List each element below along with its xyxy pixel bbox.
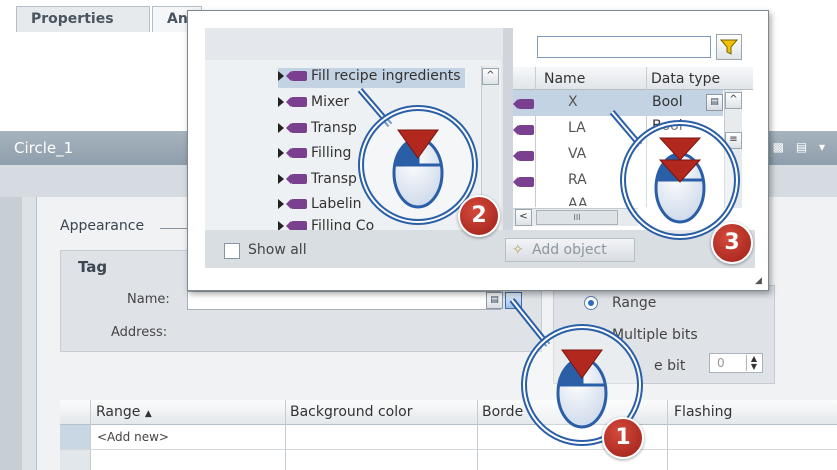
callout-2-mouse-icon [357,88,478,225]
callout-3-mouse-icon [609,110,740,240]
callout-1-badge: 1 [602,417,644,459]
callout-2-badge: 2 [458,195,500,237]
callout-3-badge: 3 [711,222,753,264]
